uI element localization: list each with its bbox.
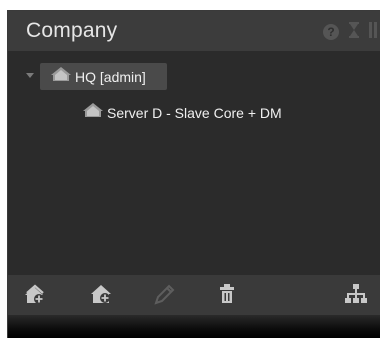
add-child-site-button[interactable] bbox=[88, 284, 116, 308]
panel-bottom-shadow bbox=[8, 315, 380, 338]
tree-item-label: Server D - Slave Core + DM bbox=[107, 104, 282, 121]
expand-caret-icon[interactable] bbox=[26, 73, 34, 78]
help-icon[interactable]: ? bbox=[323, 24, 339, 40]
add-site-button[interactable] bbox=[22, 284, 50, 308]
pause-icon[interactable] bbox=[369, 21, 377, 43]
site-tree: HQ [admin] Server D - Slave Core + DM bbox=[8, 51, 380, 275]
delete-button[interactable] bbox=[213, 283, 241, 310]
company-panel: Company ? HQ [admin] Server D - Slave Co… bbox=[7, 10, 380, 338]
add-child-site-icon bbox=[89, 283, 115, 310]
tree-item-hq[interactable]: HQ [admin] bbox=[40, 63, 167, 90]
hierarchy-icon bbox=[345, 283, 367, 310]
hourglass-icon[interactable] bbox=[349, 21, 359, 43]
edit-button[interactable] bbox=[150, 284, 178, 308]
tree-toolbar bbox=[8, 275, 380, 315]
house-icon bbox=[50, 66, 72, 87]
tree-item-label: HQ [admin] bbox=[75, 68, 146, 85]
panel-header: Company ? bbox=[8, 11, 380, 51]
tree-item-server-d[interactable]: Server D - Slave Core + DM bbox=[82, 99, 282, 126]
add-site-icon bbox=[23, 283, 49, 310]
delete-icon bbox=[219, 283, 235, 310]
header-icon-group: ? bbox=[323, 21, 377, 43]
edit-icon bbox=[152, 283, 176, 310]
hierarchy-button[interactable] bbox=[342, 283, 370, 310]
panel-title: Company bbox=[26, 19, 118, 42]
house-icon bbox=[82, 102, 104, 123]
